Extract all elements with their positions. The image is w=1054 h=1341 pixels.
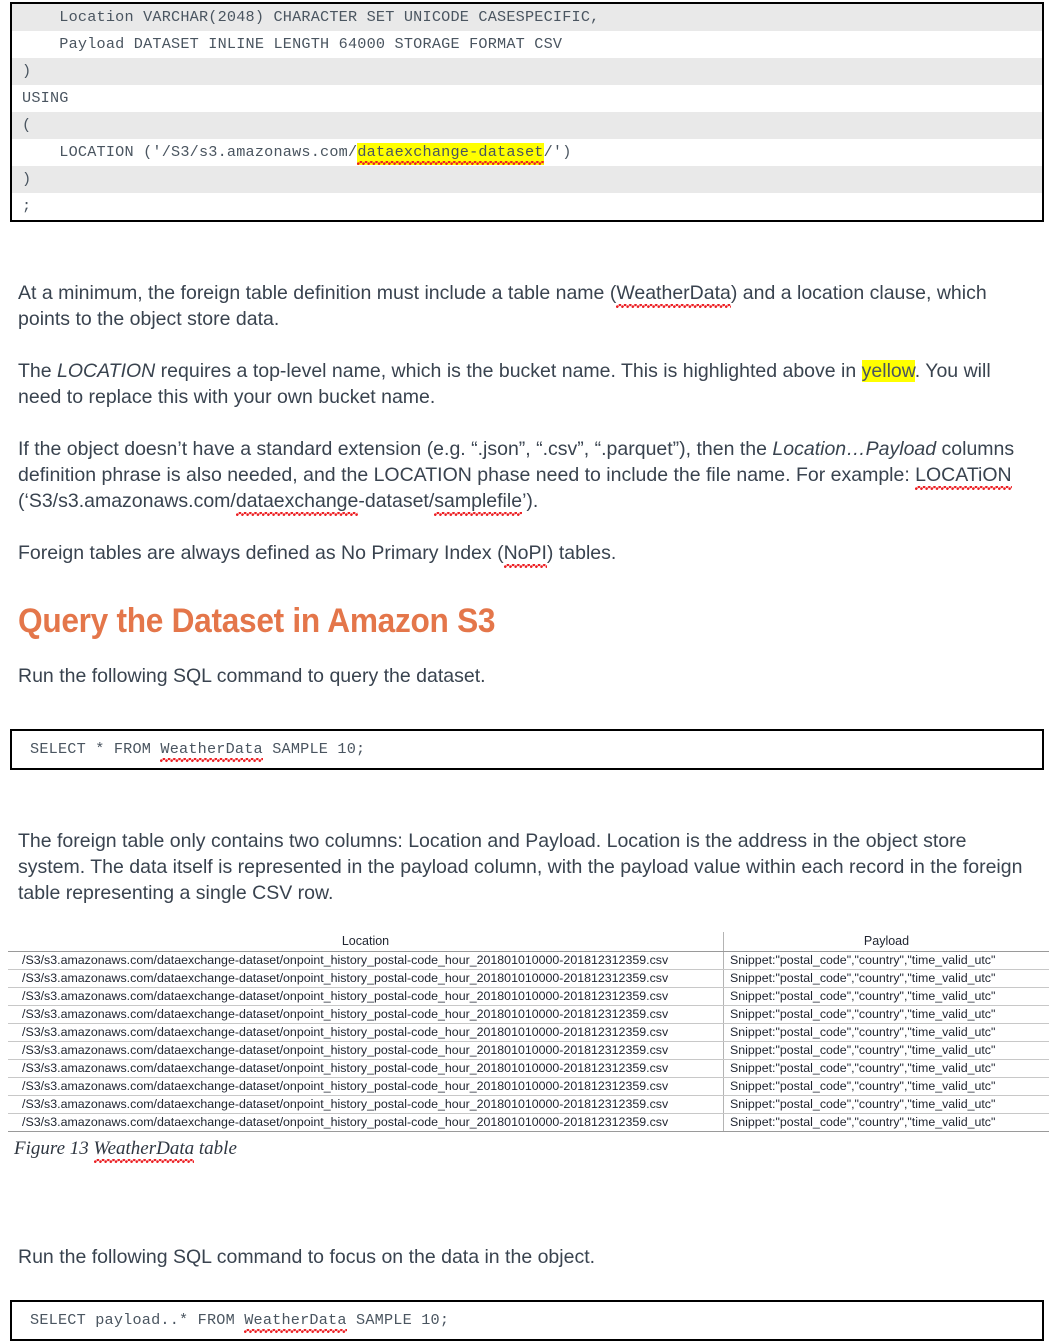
cell-payload: Snippet:"postal_code","country","time_va… (723, 951, 1049, 970)
table-header: Location Payload (8, 932, 1049, 952)
text-segment: requires a top-level name, which is the … (155, 360, 862, 382)
yellow-word-highlight: yellow (861, 360, 915, 382)
cell-location: /S3/s3.amazonaws.com/dataexchange-datase… (8, 1059, 724, 1078)
spellcheck-location: LOCATiON (915, 464, 1012, 490)
sql-line: SELECT * FROM WeatherData SAMPLE 10; (30, 737, 1042, 761)
spellcheck-weatherdata: WeatherData (616, 282, 731, 308)
table-row: /S3/s3.amazonaws.com/dataexchange-datase… (8, 1113, 1049, 1132)
code-line: USING (12, 85, 1042, 112)
text-segment: At a minimum, the foreign table definiti… (18, 282, 617, 304)
cell-location: /S3/s3.amazonaws.com/dataexchange-datase… (8, 1041, 724, 1060)
text-segment: (‘S3/s3.amazonaws.com/ (18, 490, 236, 512)
cell-location: /S3/s3.amazonaws.com/dataexchange-datase… (8, 1077, 724, 1096)
paragraph-nopi: Foreign tables are always defined as No … (18, 540, 1030, 566)
code-line-location: LOCATION ('/S3/s3.amazonaws.com/dataexch… (12, 139, 1042, 166)
cell-payload: Snippet:"postal_code","country","time_va… (723, 987, 1049, 1006)
column-header-location: Location (8, 932, 724, 952)
paragraph-two-columns: The foreign table only contains two colu… (18, 830, 1023, 904)
text-segment: ) tables. (546, 542, 617, 564)
cell-location: /S3/s3.amazonaws.com/dataexchange-datase… (8, 987, 724, 1006)
text-segment: The (18, 360, 58, 382)
cell-location: /S3/s3.amazonaws.com/dataexchange-datase… (8, 951, 724, 970)
text-segment: -dataset/ (358, 490, 435, 512)
table-row: /S3/s3.amazonaws.com/dataexchange-datase… (8, 987, 1049, 1006)
sql-code-block-create-table: Location VARCHAR(2048) CHARACTER SET UNI… (10, 2, 1044, 222)
figure-caption: Figure 13 WeatherData table (14, 1138, 1054, 1160)
weather-data-table: Location Payload /S3/s3.amazonaws.com/da… (8, 932, 1049, 1132)
cell-payload: Snippet:"postal_code","country","time_va… (723, 1059, 1049, 1078)
spellcheck-weatherdata: WeatherData (160, 740, 263, 762)
sql-prefix: SELECT * FROM (30, 740, 161, 758)
table-body: /S3/s3.amazonaws.com/dataexchange-datase… (8, 951, 1049, 1132)
cell-location: /S3/s3.amazonaws.com/dataexchange-datase… (8, 1113, 724, 1132)
bucket-name-highlight: dataexchange-dataset (357, 143, 544, 165)
table-row: /S3/s3.amazonaws.com/dataexchange-datase… (8, 951, 1049, 970)
table-row: /S3/s3.amazonaws.com/dataexchange-datase… (8, 1077, 1049, 1096)
spellcheck-dataexchange: dataexchange (235, 490, 359, 516)
location-suffix: /') (543, 143, 572, 161)
document-page: Location VARCHAR(2048) CHARACTER SET UNI… (0, 0, 1054, 1341)
code-line: Payload DATASET INLINE LENGTH 64000 STOR… (12, 31, 1042, 58)
spellcheck-nopi: NoPI (503, 542, 547, 568)
spellcheck-samplefile: samplefile (434, 490, 523, 516)
code-line: ( (12, 112, 1042, 139)
cell-payload: Snippet:"postal_code","country","time_va… (723, 1077, 1049, 1096)
paragraph-run-focus-query: Run the following SQL command to focus o… (18, 1246, 596, 1268)
table-row: /S3/s3.amazonaws.com/dataexchange-datase… (8, 1059, 1049, 1078)
section-heading-query-dataset: Query the Dataset in Amazon S3 (18, 602, 496, 640)
cell-payload: Snippet:"postal_code","country","time_va… (723, 1005, 1049, 1024)
spellcheck-weatherdata: WeatherData (244, 1311, 347, 1333)
text-segment: ’). (522, 490, 539, 512)
emphasis-location: LOCATION (57, 360, 156, 382)
sql-suffix: SAMPLE 10; (262, 740, 366, 758)
code-line: ) (12, 58, 1042, 85)
caption-suffix: table (194, 1138, 237, 1159)
column-header-payload: Payload (723, 932, 1049, 952)
cell-location: /S3/s3.amazonaws.com/dataexchange-datase… (8, 1005, 724, 1024)
caption-prefix: Figure 13 (14, 1138, 94, 1159)
table-row: /S3/s3.amazonaws.com/dataexchange-datase… (8, 1095, 1049, 1114)
code-line: ) (12, 166, 1042, 193)
sql-suffix: SAMPLE 10; (346, 1311, 450, 1329)
cell-location: /S3/s3.amazonaws.com/dataexchange-datase… (8, 1095, 724, 1114)
sql-line: SELECT payload..* FROM WeatherData SAMPL… (30, 1308, 1042, 1332)
paragraph-run-query: Run the following SQL command to query t… (18, 665, 486, 687)
sql-code-block-select-all: SELECT * FROM WeatherData SAMPLE 10; (10, 729, 1044, 770)
table-row: /S3/s3.amazonaws.com/dataexchange-datase… (8, 969, 1049, 988)
paragraph-location-bucket: The LOCATION requires a top-level name, … (18, 358, 1030, 410)
text-segment: Foreign tables are always defined as No … (18, 542, 504, 564)
location-prefix: LOCATION ('/S3/s3.amazonaws.com/ (22, 143, 358, 161)
table-header-row: Location Payload (8, 932, 1049, 952)
sql-prefix: SELECT payload..* FROM (30, 1311, 245, 1329)
spellcheck-weatherdata: WeatherData (93, 1138, 195, 1163)
table-row: /S3/s3.amazonaws.com/dataexchange-datase… (8, 1005, 1049, 1024)
text-segment: If the object doesn’t have a standard ex… (18, 438, 773, 460)
cell-payload: Snippet:"postal_code","country","time_va… (723, 1113, 1049, 1132)
table-row: /S3/s3.amazonaws.com/dataexchange-datase… (8, 1023, 1049, 1042)
paragraph-nonstandard-extension: If the object doesn’t have a standard ex… (18, 436, 1030, 514)
cell-location: /S3/s3.amazonaws.com/dataexchange-datase… (8, 1023, 724, 1042)
sql-code-block-select-payload: SELECT payload..* FROM WeatherData SAMPL… (10, 1300, 1044, 1341)
cell-location: /S3/s3.amazonaws.com/dataexchange-datase… (8, 969, 724, 988)
emphasis-location-payload: Location…Payload (772, 438, 937, 460)
code-line: Location VARCHAR(2048) CHARACTER SET UNI… (12, 4, 1042, 31)
paragraph-minimum-definition: At a minimum, the foreign table definiti… (18, 280, 1030, 332)
cell-payload: Snippet:"postal_code","country","time_va… (723, 969, 1049, 988)
cell-payload: Snippet:"postal_code","country","time_va… (723, 1023, 1049, 1042)
cell-payload: Snippet:"postal_code","country","time_va… (723, 1041, 1049, 1060)
code-line: ; (12, 193, 1042, 220)
cell-payload: Snippet:"postal_code","country","time_va… (723, 1095, 1049, 1114)
table-row: /S3/s3.amazonaws.com/dataexchange-datase… (8, 1041, 1049, 1060)
